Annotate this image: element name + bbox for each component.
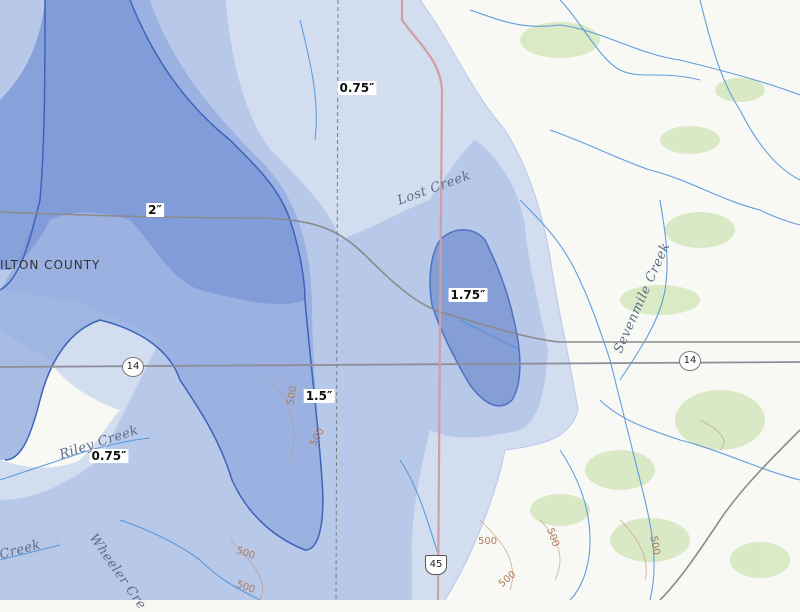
contour-label-1-75: 1.75″ bbox=[448, 288, 488, 302]
contour-label-2: 2″ bbox=[146, 203, 164, 217]
precipitation-map[interactable]: 0.75″ 2″ 1.75″ 1.5″ 0.75″ ILTON COUNTY L… bbox=[0, 0, 800, 612]
route-shield-45: 45 bbox=[425, 555, 447, 575]
contour-label-0-75-north: 0.75″ bbox=[337, 81, 377, 95]
route-shield-14-west: 14 bbox=[122, 357, 144, 377]
map-canvas bbox=[0, 0, 800, 601]
route-shield-14-east: 14 bbox=[679, 351, 701, 371]
county-label: ILTON COUNTY bbox=[0, 258, 101, 272]
elevation-label: 500 bbox=[478, 536, 498, 547]
contour-label-1-5: 1.5″ bbox=[303, 389, 335, 403]
